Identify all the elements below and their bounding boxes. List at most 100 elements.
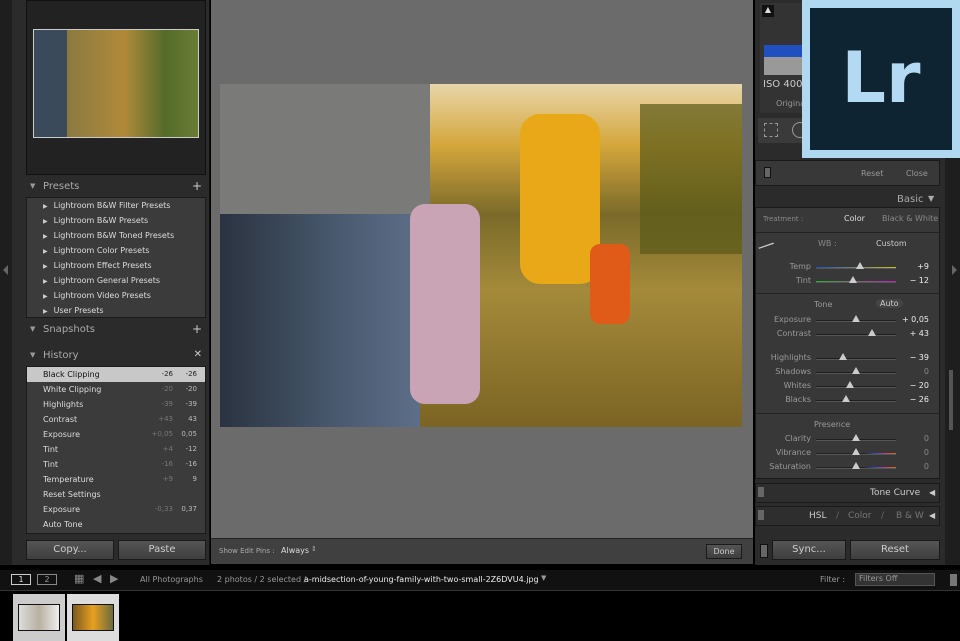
tool-close-button[interactable]: Close [906, 169, 928, 178]
clear-history-icon[interactable]: ✕ [194, 349, 202, 360]
slider-clarity[interactable]: Clarity 0 [756, 432, 941, 446]
tool-reset-button[interactable]: Reset [861, 169, 883, 178]
auto-tone-button[interactable]: Auto [876, 299, 903, 308]
slider-track[interactable] [816, 334, 896, 336]
panel-switch-icon[interactable] [758, 487, 764, 497]
slider-thumb[interactable] [845, 381, 854, 388]
slider-thumb[interactable] [852, 448, 860, 455]
snapshots-header[interactable]: ▼ Snapshots + [26, 322, 206, 339]
history-item[interactable]: Tint +4 -12 [27, 442, 205, 457]
slider-thumb[interactable] [848, 276, 857, 283]
slider-value[interactable]: + 0,05 [902, 315, 929, 324]
treatment-color[interactable]: Color [844, 214, 865, 223]
basic-header[interactable]: Basic [897, 194, 923, 205]
slider-track[interactable] [816, 358, 896, 360]
done-button[interactable]: Done [706, 544, 742, 559]
slider-value[interactable]: 0 [924, 367, 929, 376]
edit-pins-select[interactable]: Always [281, 546, 309, 555]
slider-vibrance[interactable]: Vibrance 0 [756, 446, 941, 460]
slider-value[interactable]: − 20 [910, 381, 929, 390]
auto-sync-switch[interactable] [760, 544, 768, 558]
history-item[interactable]: Contrast +43 43 [27, 412, 205, 427]
slider-value[interactable]: − 26 [910, 395, 929, 404]
slider-highlights[interactable]: Highlights − 39 [756, 351, 941, 365]
slider-thumb[interactable] [868, 329, 876, 336]
slider-value[interactable]: 0 [924, 448, 929, 457]
history-header[interactable]: ▼ History ✕ [26, 349, 206, 365]
sync-button[interactable]: Sync... [772, 540, 846, 560]
history-item[interactable]: Temperature +9 9 [27, 472, 205, 487]
preset-folder[interactable]: ▶ Lightroom B&W Toned Presets [27, 228, 205, 243]
slider-whites[interactable]: Whites − 20 [756, 379, 941, 393]
slider-track[interactable] [816, 400, 896, 402]
slider-value[interactable]: + 43 [910, 329, 929, 338]
slider-track[interactable] [816, 386, 896, 388]
paste-button[interactable]: Paste [118, 540, 206, 560]
navigator-preview[interactable] [33, 29, 199, 138]
slider-thumb[interactable] [856, 262, 864, 269]
preset-folder[interactable]: ▶ Lightroom General Presets [27, 273, 205, 288]
filter-lock-switch[interactable] [950, 574, 957, 586]
right-scrollbar[interactable] [949, 370, 953, 430]
treatment-bw[interactable]: Black & White [882, 214, 938, 223]
add-preset-icon[interactable]: + [192, 179, 202, 193]
wb-select[interactable]: Custom [876, 239, 907, 248]
filename-dropdown-icon[interactable]: ▼ [541, 574, 546, 582]
slider-thumb[interactable] [852, 367, 860, 374]
reset-button[interactable]: Reset [850, 540, 940, 560]
secondary-display-button[interactable]: 2 [37, 574, 57, 585]
panel-switch-icon[interactable] [764, 167, 771, 178]
history-item[interactable]: Exposure -0,33 0,37 [27, 502, 205, 517]
primary-display-button[interactable]: 1 [11, 574, 31, 585]
history-item[interactable]: White Clipping -20 -20 [27, 382, 205, 397]
left-panel-toggle[interactable] [0, 0, 12, 565]
preset-folder[interactable]: ▶ Lightroom B&W Presets [27, 213, 205, 228]
slider-value[interactable]: +9 [917, 262, 929, 271]
panel-switch-icon[interactable] [758, 510, 764, 520]
slider-thumb[interactable] [852, 434, 860, 441]
slider-thumb[interactable] [839, 353, 848, 360]
history-item[interactable]: Black Clipping -26 -26 [27, 367, 205, 382]
slider-blacks[interactable]: Blacks − 26 [756, 393, 941, 407]
main-photo[interactable] [220, 84, 742, 427]
history-item[interactable]: Highlights -39 -39 [27, 397, 205, 412]
filename[interactable]: a-midsection-of-young-family-with-two-sm… [304, 575, 539, 584]
slider-thumb[interactable] [852, 315, 860, 322]
history-item[interactable]: Reset Settings [27, 487, 205, 502]
slider-value[interactable]: − 39 [910, 353, 929, 362]
clipping-warning-icon[interactable]: ▲ [762, 5, 774, 17]
slider-thumb[interactable] [852, 462, 860, 469]
preset-folder[interactable]: ▶ Lightroom Color Presets [27, 243, 205, 258]
source-label[interactable]: All Photographs [140, 575, 203, 584]
filmstrip-thumbnail[interactable] [67, 594, 119, 641]
presets-header[interactable]: ▼ Presets + [26, 179, 206, 196]
crop-tool-icon[interactable] [764, 123, 778, 137]
slider-saturation[interactable]: Saturation 0 [756, 460, 941, 474]
tone-curve-header[interactable]: Tone Curve ◀ [755, 483, 940, 503]
copy-button[interactable]: Copy... [26, 540, 114, 560]
add-snapshot-icon[interactable]: + [192, 322, 202, 336]
slider-shadows[interactable]: Shadows 0 [756, 365, 941, 379]
color-tab[interactable]: Color [848, 511, 872, 521]
history-item[interactable]: Auto Tone [27, 517, 205, 532]
history-item[interactable]: Tint -16 -16 [27, 457, 205, 472]
filmstrip-thumbnail[interactable] [13, 594, 65, 641]
collapse-icon[interactable]: ▼ [928, 194, 934, 203]
eyedropper-icon[interactable]: ⁄ [758, 237, 774, 255]
grid-icon[interactable]: ▦ [74, 572, 84, 585]
slider-value[interactable]: 0 [924, 434, 929, 443]
slider-temp[interactable]: Temp +9 [756, 260, 941, 274]
preset-folder[interactable]: ▶ Lightroom Effect Presets [27, 258, 205, 273]
slider-value[interactable]: 0 [924, 462, 929, 471]
preset-folder[interactable]: ▶ Lightroom B&W Filter Presets [27, 198, 205, 213]
preset-folder[interactable]: ▶ Lightroom Video Presets [27, 288, 205, 303]
slider-exposure[interactable]: Exposure + 0,05 [756, 313, 941, 327]
back-arrow-icon[interactable]: ◀ [93, 572, 101, 585]
bw-tab[interactable]: B & W [896, 511, 924, 521]
preset-folder[interactable]: ▶ User Presets [27, 303, 205, 318]
hsl-tab[interactable]: HSL [809, 511, 827, 521]
slider-value[interactable]: − 12 [910, 276, 929, 285]
forward-arrow-icon[interactable]: ▶ [110, 572, 118, 585]
slider-thumb[interactable] [842, 395, 851, 402]
slider-tint[interactable]: Tint − 12 [756, 274, 941, 288]
